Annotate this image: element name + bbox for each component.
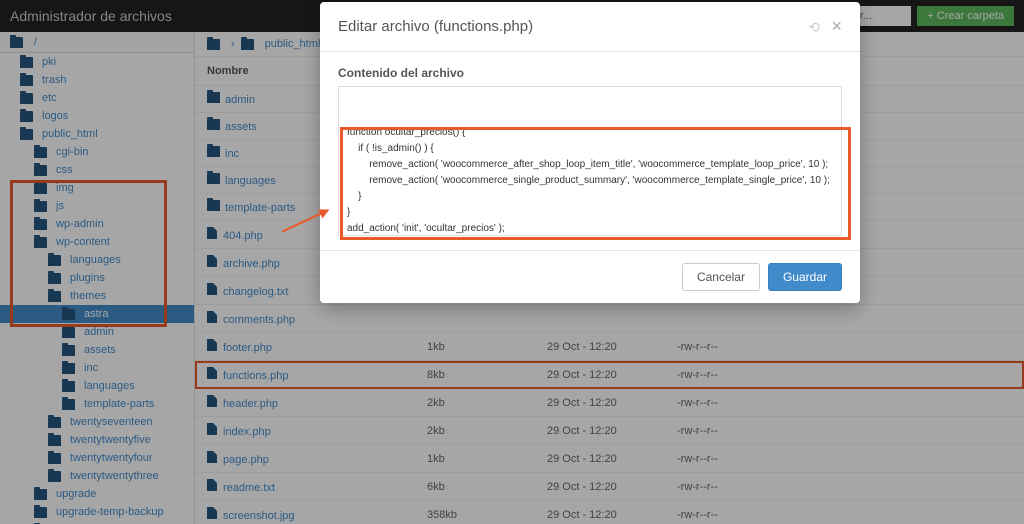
modal-title: Editar archivo (functions.php)	[338, 18, 533, 35]
loading-icon: ⟲	[808, 19, 818, 35]
modal-body: Contenido del archivo function ocultar_p…	[320, 52, 860, 250]
modal-header: Editar archivo (functions.php) ⟲ ×	[320, 2, 860, 52]
modal-header-right: ⟲ ×	[808, 16, 842, 37]
code-editor[interactable]: function ocultar_precios() { if ( !is_ad…	[338, 86, 842, 236]
modal-footer: Cancelar Guardar	[320, 250, 860, 303]
edit-file-modal: Editar archivo (functions.php) ⟲ × Conte…	[320, 2, 860, 303]
cancel-button[interactable]: Cancelar	[682, 263, 760, 291]
close-icon[interactable]: ×	[831, 16, 842, 37]
content-label: Contenido del archivo	[338, 66, 842, 80]
save-button[interactable]: Guardar	[768, 263, 842, 291]
